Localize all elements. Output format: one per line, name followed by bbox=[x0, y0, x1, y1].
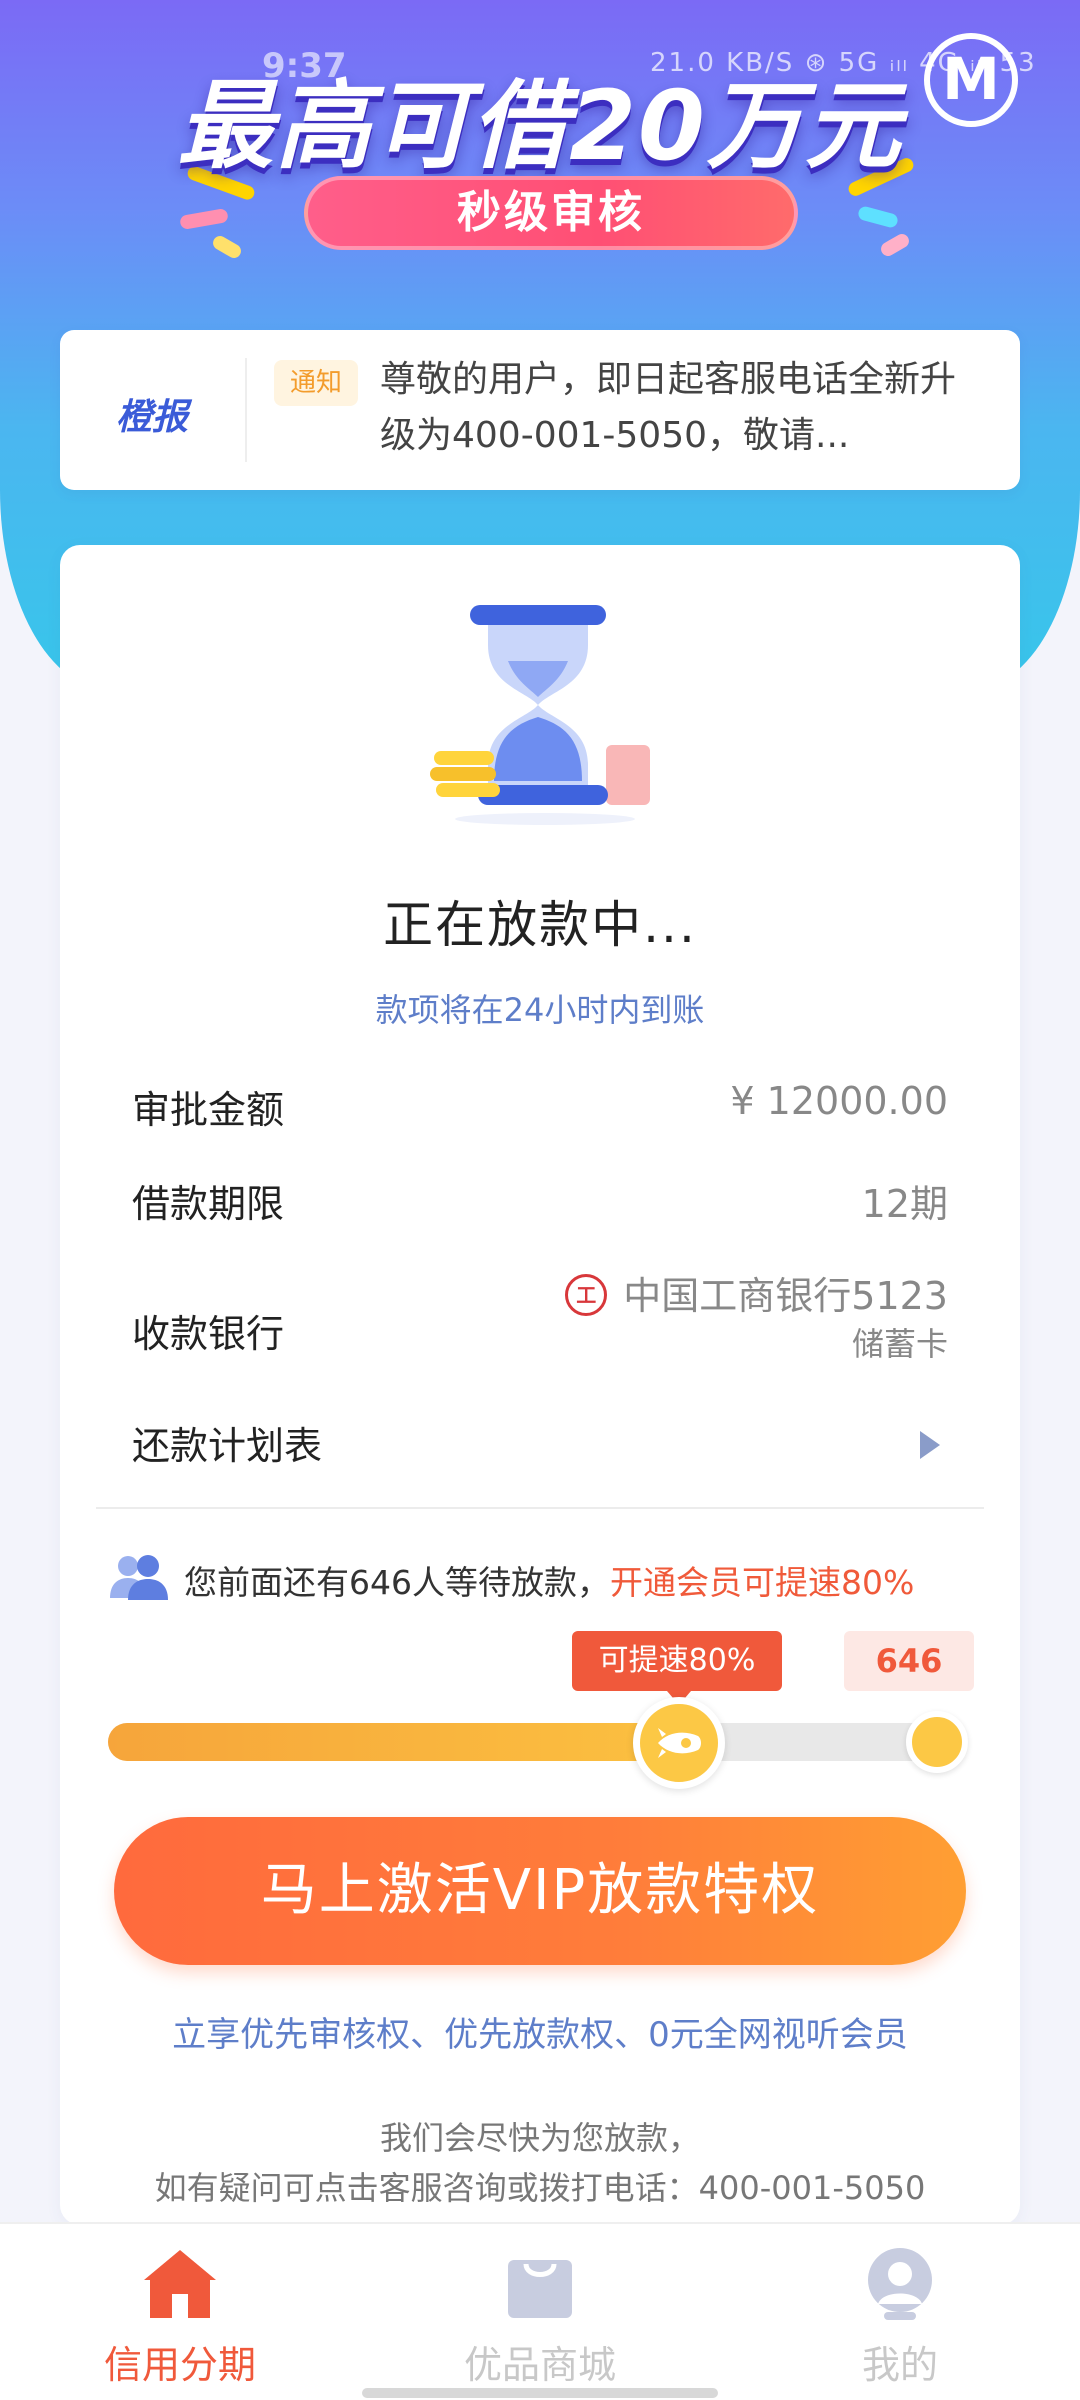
queue-count-tag: 646 bbox=[844, 1631, 974, 1691]
confetti-decoration bbox=[878, 231, 912, 259]
approved-amount-label: 审批金额 bbox=[132, 1088, 285, 1132]
bank-card-type: 储蓄卡 bbox=[851, 1325, 948, 1363]
hero-subtitle-badge: 秒级审核 bbox=[304, 176, 798, 250]
queue-text: 您前面还有646人等待放款，开通会员可提速80% bbox=[184, 1556, 914, 1604]
loan-term-label: 借款期限 bbox=[132, 1182, 285, 1226]
shopping-bag-icon bbox=[508, 2260, 572, 2318]
queue-progress-fill bbox=[108, 1723, 659, 1761]
notice-text: 尊敬的用户，即日起客服电话全新升级为400-001-5050，敬请... bbox=[380, 359, 957, 456]
confetti-decoration bbox=[210, 233, 244, 261]
icbc-logo-icon: 工 bbox=[565, 1273, 608, 1316]
notice-bar[interactable]: 橙报 通知 尊敬的用户，即日起客服电话全新升级为400-001-5050，敬请.… bbox=[60, 330, 1020, 490]
progress-end-marker bbox=[906, 1711, 968, 1773]
notice-brand: 橙报 bbox=[116, 397, 189, 438]
chevron-right-icon bbox=[920, 1431, 940, 1459]
loan-status-title: 正在放款中... bbox=[383, 896, 697, 954]
queue-speedup-text[interactable]: 开通会员可提速80% bbox=[610, 1563, 914, 1602]
tab-mall[interactable]: 优品商城 bbox=[360, 2224, 720, 2400]
repayment-schedule-row[interactable]: 还款计划表 bbox=[60, 1401, 1020, 1481]
tab-label: 优品商城 bbox=[463, 2343, 616, 2387]
repayment-schedule-label: 还款计划表 bbox=[132, 1424, 323, 1468]
notice-tag: 通知 bbox=[274, 360, 358, 406]
approved-amount-value: ¥ 12000.00 bbox=[730, 1079, 948, 1123]
footer-note: 我们会尽快为您放款， 如有疑问可点击客服咨询或拨打电话：400-001-5050 bbox=[60, 2113, 1020, 2213]
loan-status-description: 款项将在24小时内到账 bbox=[375, 991, 705, 1029]
hourglass-icon bbox=[430, 605, 650, 825]
loan-term-row: 借款期限 12期 bbox=[60, 1159, 1020, 1239]
activate-vip-button[interactable]: 马上激活VIP放款特权 bbox=[114, 1817, 966, 1965]
users-icon bbox=[110, 1555, 168, 1600]
hero-title: 最高可借20万元 bbox=[177, 70, 903, 182]
bank-name: 中国工商银行5123 bbox=[623, 1274, 948, 1318]
queue-count-text: 您前面还有646人等待放款， bbox=[184, 1563, 610, 1602]
speedup-tag: 可提速80% bbox=[572, 1631, 782, 1705]
tab-label: 信用分期 bbox=[103, 2343, 256, 2387]
loan-status-card: 正在放款中... 款项将在24小时内到账 审批金额 ¥ 12000.00 借款期… bbox=[60, 545, 1020, 2225]
receiving-bank-row: 收款银行 工中国工商银行5123 储蓄卡 bbox=[60, 1251, 1020, 1381]
brand-logo-icon[interactable]: M bbox=[924, 33, 1018, 127]
home-indicator bbox=[362, 2388, 718, 2398]
tab-label: 我的 bbox=[861, 2343, 938, 2387]
bottom-tab-bar: 信用分期 优品商城 我的 bbox=[0, 2222, 1080, 2400]
home-icon bbox=[144, 2250, 216, 2318]
receiving-bank-value: 工中国工商银行5123 bbox=[565, 1265, 948, 1320]
confetti-decoration bbox=[179, 207, 229, 231]
vip-benefits-text: 立享优先审核权、优先放款权、0元全网视听会员 bbox=[172, 2015, 908, 2055]
approved-amount-row: 审批金额 ¥ 12000.00 bbox=[60, 1065, 1020, 1145]
confetti-decoration bbox=[856, 205, 900, 229]
footer-note-line2: 如有疑问可点击客服咨询或拨打电话：400-001-5050 bbox=[154, 2169, 926, 2207]
tab-mine[interactable]: 我的 bbox=[720, 2224, 1080, 2400]
profile-icon bbox=[868, 2248, 932, 2320]
queue-progress-bar bbox=[108, 1723, 968, 1761]
divider bbox=[245, 358, 247, 462]
receiving-bank-label: 收款银行 bbox=[132, 1312, 285, 1356]
divider bbox=[96, 1507, 984, 1509]
tab-credit-installment[interactable]: 信用分期 bbox=[0, 2224, 360, 2400]
footer-note-line1: 我们会尽快为您放款， bbox=[379, 2119, 700, 2157]
loan-term-value: 12期 bbox=[861, 1182, 948, 1226]
queue-info: 您前面还有646人等待放款，开通会员可提速80% bbox=[108, 1550, 1008, 1610]
rocket-icon bbox=[633, 1697, 725, 1789]
